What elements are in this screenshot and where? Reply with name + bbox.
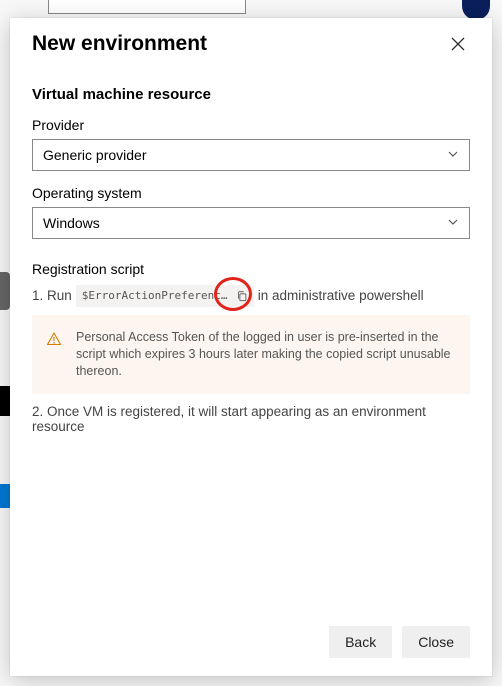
background-input — [48, 0, 246, 14]
info-callout: Personal Access Token of the logged in u… — [32, 315, 470, 394]
section-heading: Virtual machine resource — [32, 86, 470, 103]
new-environment-modal: New environment Virtual machine resource… — [10, 18, 492, 676]
modal-title: New environment — [32, 32, 207, 56]
registration-step-1: 1. Run $ErrorActionPreference="Stop… in … — [32, 285, 470, 307]
provider-value: Generic provider — [43, 147, 147, 163]
chevron-down-icon — [447, 147, 459, 163]
step1-prefix: 1. Run — [32, 286, 72, 306]
copy-script-button[interactable] — [234, 286, 249, 306]
back-button[interactable]: Back — [329, 626, 392, 658]
provider-select[interactable]: Generic provider — [32, 139, 470, 171]
modal-header: New environment — [10, 18, 492, 66]
registration-step-2: 2. Once VM is registered, it will start … — [32, 404, 470, 434]
close-button[interactable] — [446, 32, 470, 56]
chevron-down-icon — [447, 215, 459, 231]
close-icon — [450, 36, 466, 52]
step1-suffix: in administrative powershell — [258, 286, 424, 306]
os-value: Windows — [43, 215, 100, 231]
provider-label: Provider — [32, 117, 470, 133]
registration-heading: Registration script — [32, 261, 470, 277]
modal-footer: Back Close — [10, 614, 492, 676]
copy-icon — [236, 290, 248, 302]
background-avatar — [462, 0, 490, 20]
background-fragment — [0, 272, 10, 310]
os-select[interactable]: Windows — [32, 207, 470, 239]
script-snippet: $ErrorActionPreference="Stop… — [76, 285, 254, 307]
modal-body: Virtual machine resource Provider Generi… — [10, 66, 492, 614]
close-footer-button[interactable]: Close — [402, 626, 470, 658]
script-text: $ErrorActionPreference="Stop… — [82, 286, 231, 306]
info-message: Personal Access Token of the logged in u… — [76, 329, 454, 380]
warning-icon — [46, 329, 62, 380]
os-label: Operating system — [32, 185, 470, 201]
